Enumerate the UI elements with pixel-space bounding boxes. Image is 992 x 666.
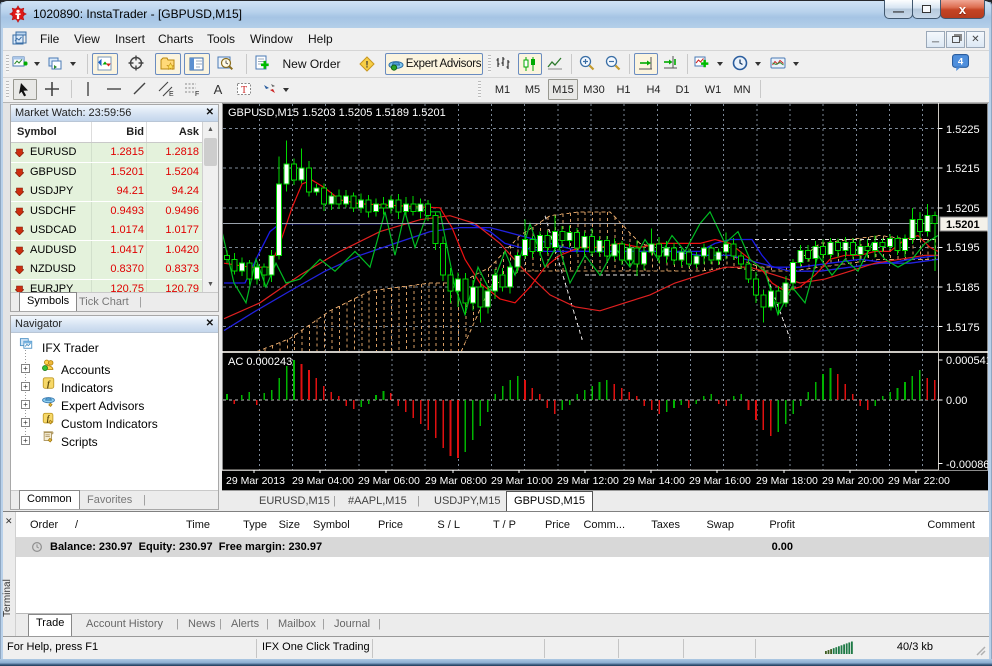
svg-text:0.000541: 0.000541 [946,355,988,367]
svg-text:29 Mar 08:00: 29 Mar 08:00 [425,475,487,487]
svg-text:A: A [214,82,223,97]
svg-text:T: T [241,85,247,96]
svg-text:1.5185: 1.5185 [946,282,980,294]
svg-text:-0.00086: -0.00086 [946,459,988,471]
svg-text:29 Mar 06:00: 29 Mar 06:00 [358,475,420,487]
svg-text:29 Mar 12:00: 29 Mar 12:00 [557,475,619,487]
svg-text:29 Mar 04:00: 29 Mar 04:00 [292,475,354,487]
svg-text:1.5195: 1.5195 [946,242,980,254]
svg-text:1.5201: 1.5201 [946,219,980,231]
svg-text:29 Mar 14:00: 29 Mar 14:00 [623,475,685,487]
svg-text:GBPUSD,M15 1.5203 1.5205 1.51: GBPUSD,M15 1.5203 1.5205 1.5189 1.5201 [228,107,446,119]
svg-text:1.5175: 1.5175 [946,322,980,334]
svg-text:0.00: 0.00 [946,395,967,407]
svg-text:E: E [169,91,174,97]
svg-text:AC 0.000243: AC 0.000243 [228,356,292,368]
svg-text:29 Mar 18:00: 29 Mar 18:00 [756,475,818,487]
svg-text:4: 4 [958,57,964,68]
svg-text:29 Mar 20:00: 29 Mar 20:00 [822,475,884,487]
svg-text:1.5215: 1.5215 [946,163,980,175]
svg-text:F: F [195,91,199,97]
svg-text:1.5205: 1.5205 [946,203,980,215]
svg-text:29 Mar 16:00: 29 Mar 16:00 [689,475,751,487]
svg-text:29 Mar 10:00: 29 Mar 10:00 [491,475,553,487]
svg-text:1.5225: 1.5225 [946,124,980,136]
svg-text:29 Mar 2013: 29 Mar 2013 [226,475,285,487]
svg-text:!: ! [366,60,369,70]
svg-text:29 Mar 22:00: 29 Mar 22:00 [888,475,950,487]
